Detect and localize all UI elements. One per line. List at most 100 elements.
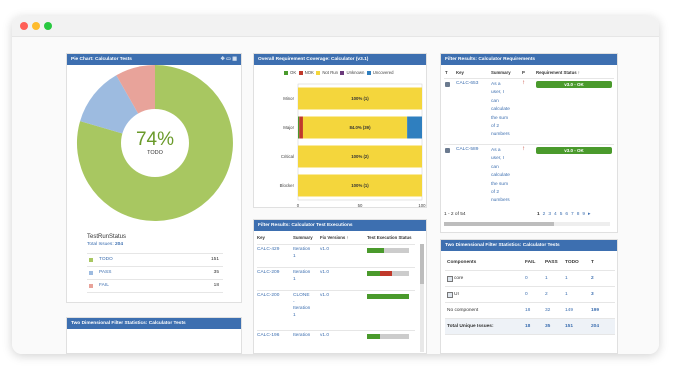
issue-key-link[interactable]: CALC-429 xyxy=(257,247,279,252)
gadget-header: Overall Requirement Coverage: Calculator… xyxy=(254,54,426,65)
page-link[interactable]: 4 xyxy=(554,212,557,217)
fix-version-link[interactable]: v1.0 xyxy=(320,293,329,298)
col-header-priority[interactable]: P xyxy=(522,70,525,75)
issue-key-link[interactable]: CALC-589 xyxy=(456,147,478,152)
count-link[interactable]: 1 xyxy=(565,292,568,297)
legend-swatch xyxy=(89,284,93,288)
execution-status-bar[interactable] xyxy=(367,248,409,253)
count-link[interactable]: 204 xyxy=(591,324,599,329)
gadget-menu-icons[interactable]: ✥ ▭ ▦ xyxy=(221,54,237,65)
fix-version-link[interactable]: v1.0 xyxy=(320,247,329,252)
count-link[interactable]: 18 xyxy=(525,308,530,313)
count-link[interactable]: 151 xyxy=(565,324,573,329)
maximize-window-button[interactable] xyxy=(44,22,52,30)
horizontal-scrollbar[interactable] xyxy=(444,222,610,226)
legend-item[interactable]: NOK xyxy=(298,70,314,75)
two-dim-col-header[interactable]: PASS xyxy=(545,260,558,265)
summary-link[interactable]: CLONE - Iteration 1 xyxy=(293,293,310,319)
execution-status-bar[interactable] xyxy=(367,294,409,299)
bar-data-label: 100% (2) xyxy=(351,154,369,159)
minimize-window-button[interactable] xyxy=(32,22,40,30)
status-segment xyxy=(367,248,384,253)
bar-segment-ok[interactable] xyxy=(298,116,300,139)
pager-count: 1 - 2 of 54 xyxy=(444,212,466,217)
col-header-fix-versions[interactable]: Fix Versions ↑ xyxy=(320,235,349,240)
count-link[interactable]: 35 xyxy=(545,324,550,329)
execution-row: CALC-196 Iteration v1.0 xyxy=(257,330,415,353)
two-dim-col-header[interactable]: FAIL xyxy=(525,260,535,265)
col-header-key[interactable]: Key xyxy=(257,235,265,240)
execution-status-bar[interactable] xyxy=(367,271,409,276)
col-header-summary[interactable]: Summary xyxy=(293,235,313,240)
requirement-status-badge[interactable]: v3.0 - OK xyxy=(536,81,612,88)
summary-link[interactable]: As a user, Ican calculate the sum of 2 number… xyxy=(491,147,510,206)
col-header-summary[interactable]: Summary xyxy=(491,70,511,75)
two-dim-col-header[interactable]: T xyxy=(591,260,594,265)
count-link[interactable]: 2 xyxy=(545,292,548,297)
legend-row-todo[interactable]: TODO 151 xyxy=(87,253,223,266)
col-header-key[interactable]: Key xyxy=(456,70,464,75)
legend-item[interactable]: Unknown xyxy=(340,70,364,75)
bar-segment-nok[interactable] xyxy=(299,116,303,139)
legend-item[interactable]: Uncovered xyxy=(366,70,394,75)
scrollbar-thumb[interactable] xyxy=(420,244,424,284)
two-dim-col-header[interactable]: Components xyxy=(447,260,476,265)
total-value[interactable]: 204 xyxy=(115,242,123,247)
col-header-type[interactable]: T xyxy=(445,70,448,75)
issue-key-link[interactable]: CALC-200 xyxy=(257,293,279,298)
test-executions-gadget: Filter Results: Calculator Test Executio… xyxy=(253,219,427,354)
issue-key-link[interactable]: CALC-196 xyxy=(257,333,279,338)
status-segment xyxy=(383,248,409,253)
next-page-icon[interactable]: ▸ xyxy=(588,212,590,217)
legend-label[interactable]: FAIL xyxy=(99,283,109,288)
count-link[interactable]: 3 xyxy=(591,292,594,297)
count-link[interactable]: 2 xyxy=(591,276,594,281)
page-link[interactable]: 1 xyxy=(537,212,540,217)
summary-link[interactable]: Iteration 1 xyxy=(293,247,310,260)
count-link[interactable]: 0 xyxy=(525,292,528,297)
execution-row: CALC-209 Iteration 1 v1.0 xyxy=(257,267,415,291)
summary-link[interactable]: Iteration 1 xyxy=(293,270,310,283)
count-link[interactable]: 0 xyxy=(525,276,528,281)
page-link[interactable]: 3 xyxy=(548,212,551,217)
summary-link[interactable]: As a user, Ican calculate the sum of 2 number… xyxy=(491,81,510,140)
component-name: Total Unique Issues: xyxy=(447,324,494,329)
legend-label[interactable]: TODO xyxy=(99,257,113,262)
col-header-requirement-status[interactable]: Requirement Status ↑ xyxy=(536,70,580,75)
fix-version-link[interactable]: v1.0 xyxy=(320,333,329,338)
count-link[interactable]: 18 xyxy=(525,324,530,329)
execution-status-bar[interactable] xyxy=(367,334,409,339)
legend-label[interactable]: PASS xyxy=(99,270,111,275)
count-link[interactable]: 1 xyxy=(545,276,548,281)
issue-type-icon xyxy=(445,148,450,153)
legend-item[interactable]: Not Run xyxy=(316,70,338,75)
summary-link[interactable]: Iteration xyxy=(293,333,310,340)
bar-segment-uncovered[interactable] xyxy=(407,116,422,139)
legend-item[interactable]: OK xyxy=(284,70,296,75)
coverage-bar-chart: Minor 100% (1) Major 84.0% (39) Critical 100%… xyxy=(280,83,426,207)
issue-key-link[interactable]: CALC-209 xyxy=(257,270,279,275)
fix-version-link[interactable]: v1.0 xyxy=(320,270,329,275)
status-segment xyxy=(379,271,393,276)
bar-data-label: 100% (1) xyxy=(351,96,369,101)
count-link[interactable]: 32 xyxy=(545,308,550,313)
legend-row-pass[interactable]: PASS 35 xyxy=(87,266,223,279)
page-link[interactable]: 5 xyxy=(560,212,563,217)
issue-key-link[interactable]: CALC-653 xyxy=(456,81,478,86)
page-link[interactable]: 6 xyxy=(565,212,568,217)
page-link[interactable]: 8 xyxy=(577,212,580,217)
page-link[interactable]: 7 xyxy=(571,212,574,217)
two-dim-col-header[interactable]: TODO xyxy=(565,260,579,265)
close-window-button[interactable] xyxy=(20,22,28,30)
count-link[interactable]: 1 xyxy=(565,276,568,281)
col-header-status[interactable]: Test Execution Status xyxy=(367,235,412,240)
scrollbar-thumb[interactable] xyxy=(444,222,554,226)
page-link[interactable]: 9 xyxy=(582,212,585,217)
count-link[interactable]: 199 xyxy=(591,308,599,313)
page-link[interactable]: 2 xyxy=(543,212,546,217)
count-link[interactable]: 149 xyxy=(565,308,573,313)
scrollbar[interactable] xyxy=(420,244,424,352)
two-dim-table: Components FAIL PASS TODO Tcore 0 1 1 2 UI 0 2 1 3 No … xyxy=(445,256,615,335)
legend-row-fail[interactable]: FAIL 18 xyxy=(87,279,223,293)
requirement-status-badge[interactable]: v3.0 - OK xyxy=(536,147,612,154)
